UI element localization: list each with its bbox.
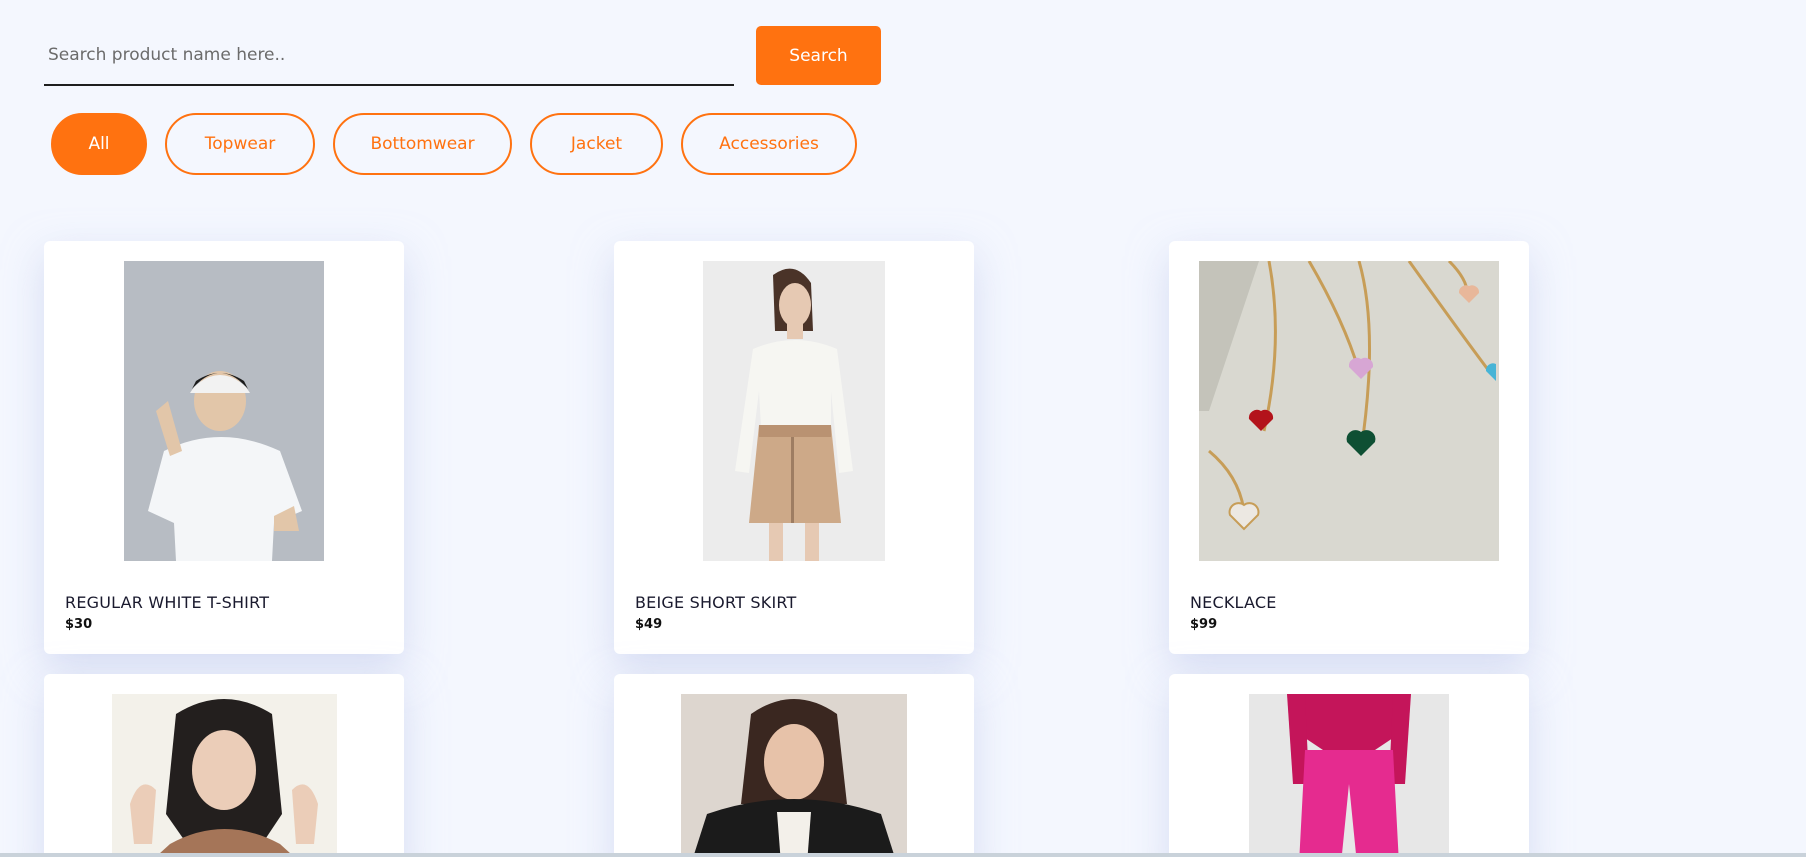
product-price: $30: [65, 617, 93, 632]
search-button[interactable]: Search: [756, 26, 881, 85]
product-card[interactable]: REGULAR WHITE T-SHIRT $30: [44, 241, 404, 654]
product-name: NECKLACE: [1190, 593, 1277, 612]
product-image: [1249, 694, 1449, 857]
product-image: [124, 261, 324, 561]
product-name: REGULAR WHITE T-SHIRT: [65, 593, 270, 612]
filter-bottomwear[interactable]: Bottomwear: [333, 113, 512, 175]
filter-accessories[interactable]: Accessories: [681, 113, 857, 175]
horizontal-scrollbar[interactable]: [0, 853, 1806, 857]
product-price: $99: [1190, 617, 1218, 632]
product-image: [681, 694, 907, 857]
filter-all[interactable]: All: [51, 113, 147, 175]
product-image: [703, 261, 885, 561]
product-card[interactable]: [44, 674, 404, 857]
product-card[interactable]: NECKLACE $99: [1169, 241, 1529, 654]
product-image: [112, 694, 337, 857]
product-card[interactable]: BEIGE SHORT SKIRT $49: [614, 241, 974, 654]
product-name: BEIGE SHORT SKIRT: [635, 593, 797, 612]
product-price: $49: [635, 617, 663, 632]
product-page: Search All Topwear Bottomwear Jacket Acc…: [0, 0, 1806, 857]
product-card[interactable]: [614, 674, 974, 857]
search-input[interactable]: [44, 26, 734, 86]
product-card[interactable]: [1169, 674, 1529, 857]
filter-jacket[interactable]: Jacket: [530, 113, 663, 175]
filter-topwear[interactable]: Topwear: [165, 113, 315, 175]
product-image: [1199, 261, 1499, 561]
